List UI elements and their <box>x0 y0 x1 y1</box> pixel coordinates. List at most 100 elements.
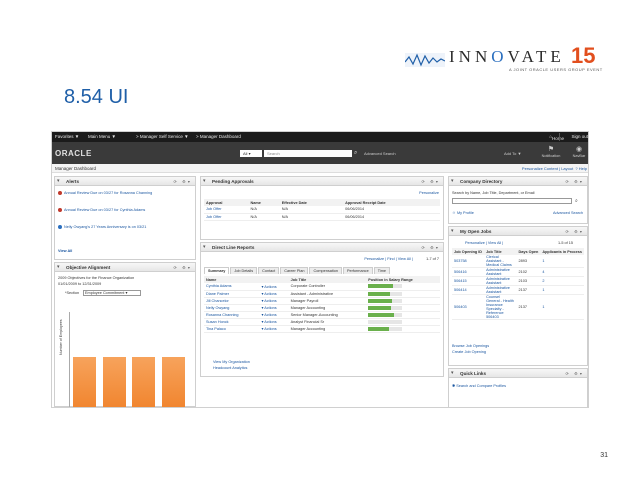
employee-name[interactable]: Nelly Owyang <box>204 304 260 312</box>
tab-summary[interactable]: Summary <box>204 267 230 274</box>
table-row[interactable]: 506403 Counsel General - Health Insurance… <box>452 294 584 320</box>
home-link[interactable]: ⌂ Home <box>549 134 564 141</box>
table-row[interactable]: Tina Palaco ▾ Actions Manager Accounting <box>204 325 440 333</box>
headcount-analytics-link[interactable]: Headcount Analytics <box>213 366 250 370</box>
pagelet-tools-icon[interactable]: ⟳ ⚙▾ <box>565 229 584 234</box>
tab-compensation[interactable]: Compensation <box>309 267 342 274</box>
actions-menu[interactable]: ▾ Actions <box>259 325 289 333</box>
tab-contact[interactable]: Contact <box>258 267 280 274</box>
employee-name[interactable]: Rosanna Channing <box>204 311 260 319</box>
table-row[interactable]: 506415 Administrative Assistant 2103 2 <box>452 276 584 286</box>
table-row[interactable]: Jill Chancelor ▾ Actions Manager Payroll <box>204 297 440 305</box>
directory-advanced-link[interactable]: Advanced Search <box>553 211 583 215</box>
pagelet-tools-icon[interactable]: ⟳ ⚙▾ <box>421 179 440 184</box>
advanced-search-link[interactable]: Advanced Search <box>364 151 396 156</box>
quick-link-item[interactable]: ✱ Search and Compare Profiles <box>452 383 506 388</box>
collapse-icon[interactable]: ▾ <box>451 228 454 234</box>
pagelet-tools-icon[interactable]: ⟳ ⚙▾ <box>565 179 584 184</box>
search-input[interactable]: Search <box>264 150 352 157</box>
table-row[interactable]: Job Offer N/A N/A 06/06/2014 <box>204 213 440 221</box>
actions-menu[interactable]: ▾ Actions <box>259 297 289 305</box>
table-row[interactable]: Susan Honck ▾ Actions Analyst Financial Sr <box>204 318 440 326</box>
table-row[interactable]: Job Offer N/A N/A 06/06/2014 <box>204 206 440 214</box>
browse-job-openings-link[interactable]: Browse Job Openings <box>452 344 489 348</box>
collapse-icon[interactable]: ▾ <box>451 178 454 184</box>
tab-time[interactable]: Time <box>373 267 390 274</box>
approval-cell[interactable]: Job Offer <box>204 206 249 214</box>
employee-name[interactable]: Diane Palmer <box>204 290 260 298</box>
job-title[interactable]: Administrative Assistant <box>484 267 517 277</box>
employee-name[interactable]: Susan Honck <box>204 318 260 326</box>
approval-cell[interactable]: Job Offer <box>204 213 249 221</box>
job-opening-id[interactable]: 506415 <box>452 276 485 286</box>
openjobs-nav[interactable]: Personalize | View All | <box>465 241 503 245</box>
add-to-menu[interactable]: Add To ▼ <box>504 151 521 156</box>
alert-item[interactable]: Annual Review Due on 03/27 for Cynthia A… <box>58 208 178 212</box>
create-job-opening-link[interactable]: Create Job Opening <box>452 350 489 354</box>
collapse-icon[interactable]: ▾ <box>203 178 206 184</box>
job-opening-id[interactable]: 506403 <box>452 294 485 320</box>
collapse-icon[interactable]: ▾ <box>451 370 454 376</box>
employee-name[interactable]: Cynthia Adams <box>204 283 260 291</box>
collapse-icon[interactable]: ▾ <box>57 178 60 184</box>
applicants-count[interactable]: 1 <box>540 294 584 320</box>
directory-search-input[interactable] <box>452 198 572 204</box>
view-my-organization-link[interactable]: View My Organization <box>213 360 250 364</box>
approvals-personalize[interactable]: Personalize <box>419 191 439 195</box>
manager-self-service-menu[interactable]: > Manager Self Service ▼ <box>136 134 189 139</box>
search-icon[interactable]: ⌕ <box>354 150 361 157</box>
job-title[interactable]: Administrative Assistant <box>484 276 517 286</box>
alerts-view-all[interactable]: View All <box>58 249 178 253</box>
table-row[interactable]: Cynthia Adams ▾ Actions Corporate Controll… <box>204 283 440 291</box>
actions-menu[interactable]: ▾ Actions <box>259 304 289 312</box>
pagelet-tools-icon[interactable]: ⟳ ⚙▾ <box>565 371 584 376</box>
my-profile-link[interactable]: ☺ My Profile <box>452 211 474 215</box>
manager-dashboard-crumb[interactable]: > Manager Dashboard <box>196 134 241 139</box>
applicants-count[interactable]: 1 <box>540 255 584 268</box>
table-row[interactable]: Diane Palmer ▾ Actions Assistant - Adminis… <box>204 290 440 298</box>
section-select[interactable]: Employee Commitment ▾ <box>83 290 141 296</box>
tab-performance[interactable]: Performance <box>342 267 373 274</box>
job-opening-id[interactable]: 506416 <box>452 267 485 277</box>
table-row[interactable]: Rosanna Channing ▾ Actions Senior Manager-… <box>204 311 440 319</box>
pagelet-tools-icon[interactable]: ⟳ ⚙▾ <box>173 179 192 184</box>
actions-menu[interactable]: ▾ Actions <box>259 290 289 298</box>
applicants-count[interactable]: 2 <box>540 276 584 286</box>
collapse-icon[interactable]: ▾ <box>57 264 60 270</box>
notification-button[interactable]: ⚑ Notification <box>538 145 564 158</box>
table-row[interactable]: 506416 Administrative Assistant 2102 4 <box>452 267 584 277</box>
job-opening-id[interactable]: 503758 <box>452 255 485 268</box>
pagelet-tools-icon[interactable]: ⟳ ⚙▾ <box>421 245 440 250</box>
directory-search-icon[interactable]: ⌕ <box>575 198 578 204</box>
main-menu[interactable]: Main Menu ▼ <box>88 134 116 139</box>
employee-name[interactable]: Jill Chancelor <box>204 297 260 305</box>
navbar-button[interactable]: ◉ NavBar <box>568 145 588 158</box>
applicants-count[interactable]: 4 <box>540 267 584 277</box>
alert-item[interactable]: Annual Review Due on 03/27 for Rosanna C… <box>58 191 178 195</box>
job-title[interactable]: Clerical Assistant - Medical Claims <box>484 255 517 268</box>
search-scope-select[interactable]: All ▾ <box>240 150 262 157</box>
table-row[interactable]: 506414 Administrative Assistant 2137 1 <box>452 285 584 295</box>
favorites-menu[interactable]: Favorites ▼ <box>55 134 79 139</box>
date-cell: N/A <box>279 213 344 221</box>
employee-name[interactable]: Tina Palaco <box>204 325 260 333</box>
actions-menu[interactable]: ▾ Actions <box>259 283 289 291</box>
actions-menu[interactable]: ▾ Actions <box>259 311 289 319</box>
collapse-icon[interactable]: ▾ <box>203 244 206 250</box>
logo-number: 15 <box>571 43 596 68</box>
pagelet-tools-icon[interactable]: ⟳ ⚙▾ <box>173 265 192 270</box>
sign-out-link[interactable]: Sign out <box>571 134 588 139</box>
table-row[interactable]: 503758 Clerical Assistant - Medical Claim… <box>452 255 584 268</box>
table-row[interactable]: Nelly Owyang ▾ Actions Manager Accounting <box>204 304 440 312</box>
col-header: Name <box>248 199 280 206</box>
tab-career-plan[interactable]: Career Plan <box>280 267 309 274</box>
job-opening-id[interactable]: 506414 <box>452 285 485 295</box>
personalize-links[interactable]: Personalize Content | Layout ? Help <box>522 166 587 171</box>
tab-job-details[interactable]: Job Details <box>230 267 258 274</box>
job-title[interactable]: Administrative Assistant <box>484 285 517 295</box>
actions-menu[interactable]: ▾ Actions <box>259 318 289 326</box>
reports-nav[interactable]: Personalize | Find | View All | <box>364 257 413 261</box>
job-title[interactable]: Counsel General - Health Insurance Speci… <box>484 294 517 320</box>
applicants-count[interactable]: 1 <box>540 285 584 295</box>
alert-item[interactable]: Nelly Owyang's 27 Years Anniversary is o… <box>58 225 178 229</box>
